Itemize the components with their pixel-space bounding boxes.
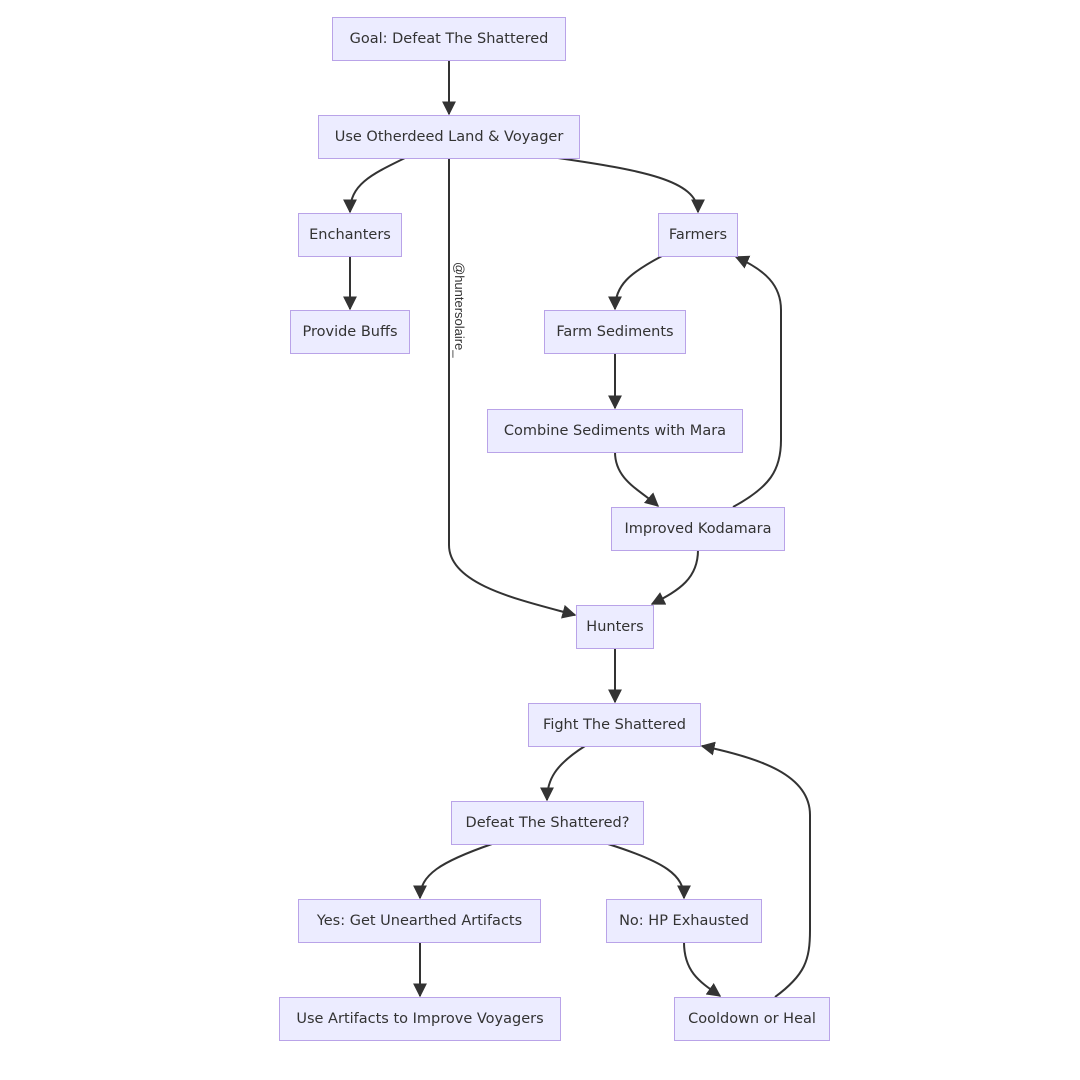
node-defeat-question: Defeat The Shattered? — [451, 801, 644, 845]
edge-defeat-question-to-yes — [413, 843, 493, 900]
node-use-otherdeed-land: Use Otherdeed Land & Voyager — [318, 115, 580, 159]
edge-use-land-to-hunters — [448, 158, 577, 619]
node-use-artifacts: Use Artifacts to Improve Voyagers — [279, 997, 561, 1041]
edge-combine-to-kodamara — [614, 451, 660, 507]
node-farmers: Farmers — [658, 213, 738, 257]
edge-defeat-question-to-no — [607, 843, 691, 900]
node-provide-buffs: Provide Buffs — [290, 310, 410, 354]
node-farm-sediments: Farm Sediments — [544, 310, 686, 354]
watermark-text: @huntersolaire_ — [452, 262, 467, 358]
node-goal: Goal: Defeat The Shattered — [332, 17, 566, 61]
node-no-hp-exhausted: No: HP Exhausted — [606, 899, 762, 943]
edge-no-to-cooldown — [683, 941, 722, 997]
node-yes-artifacts: Yes: Get Unearthed Artifacts — [298, 899, 541, 943]
node-enchanters: Enchanters — [298, 213, 402, 257]
edge-farmers-to-farm-sediments — [608, 255, 663, 311]
edge-use-land-to-enchanters — [343, 157, 406, 214]
flowchart-canvas: Goal: Defeat The Shattered Use Otherdeed… — [0, 0, 1080, 1080]
node-improved-kodamara: Improved Kodamara — [611, 507, 785, 551]
node-hunters: Hunters — [576, 605, 654, 649]
node-combine-sediments: Combine Sediments with Mara — [487, 409, 743, 453]
edge-kodamara-to-farmers — [732, 255, 782, 508]
edge-fight-to-defeat-question — [540, 745, 586, 802]
edge-cooldown-to-fight — [700, 741, 811, 998]
node-fight-the-shattered: Fight The Shattered — [528, 703, 701, 747]
node-cooldown-or-heal: Cooldown or Heal — [674, 997, 830, 1041]
edge-kodamara-to-hunters — [650, 549, 699, 605]
edge-use-land-to-farmers — [557, 157, 705, 214]
